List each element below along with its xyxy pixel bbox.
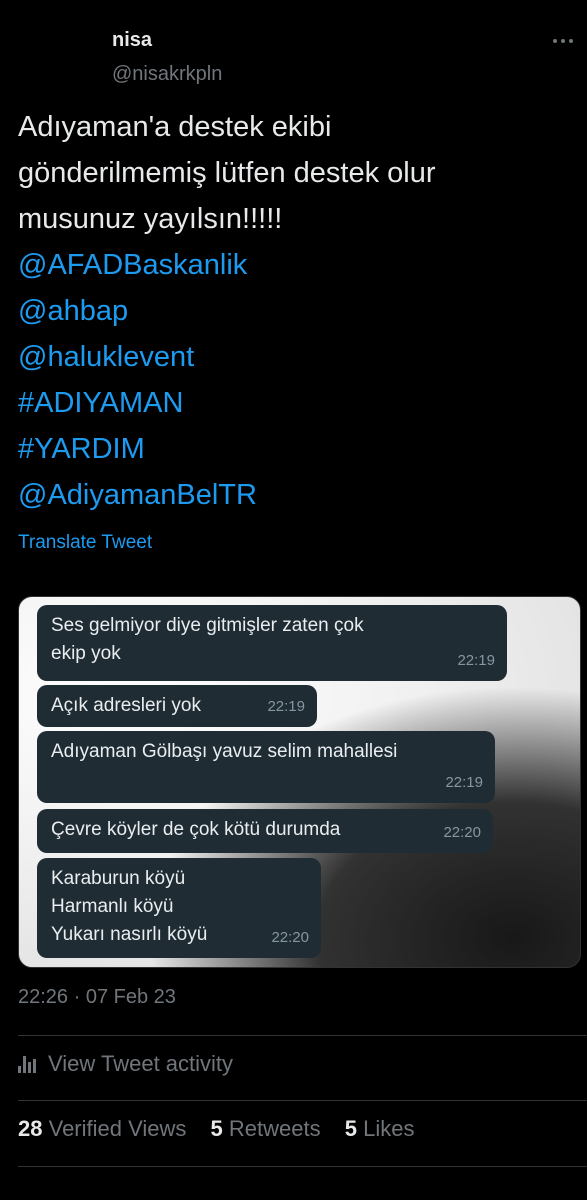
tweet-timestamp[interactable]: 22:26 · 07 Feb 23	[18, 986, 176, 1009]
tweet-text-line: Adıyaman'a destek ekibi	[18, 111, 332, 143]
chat-message-line: Ses gelmiyor diye gitmişler zaten çok	[51, 615, 364, 636]
divider	[18, 1035, 587, 1036]
mention-link[interactable]: @haluklevent	[18, 334, 578, 380]
divider	[18, 1166, 587, 1167]
bar-chart-icon	[18, 1055, 40, 1073]
view-tweet-activity[interactable]: View Tweet activity	[18, 1051, 233, 1077]
activity-label: View Tweet activity	[48, 1051, 234, 1076]
chat-message-line: Açık adresleri yok	[51, 695, 201, 716]
avatar[interactable]	[18, 26, 96, 104]
chat-bubble: Adıyaman Gölbaşı yavuz selim mahallesi 2…	[37, 731, 495, 803]
retweets-stat[interactable]: 5 Retweets	[211, 1116, 321, 1141]
chat-bubble: Ses gelmiyor diye gitmişler zaten çok ek…	[37, 605, 507, 681]
retweets-label: Retweets	[228, 1116, 321, 1141]
chat-message-line: ekip yok	[51, 643, 121, 664]
chat-bubble: Karaburun köyü Harmanlı köyü Yukarı nası…	[37, 858, 321, 958]
chat-message-line: Yukarı nasırlı köyü	[51, 924, 208, 945]
views-label: Verified Views	[48, 1116, 187, 1141]
tweet-text-line: gönderilmemiş lütfen destek olur	[18, 157, 436, 189]
hashtag-link[interactable]: #ADIYAMAN	[18, 380, 578, 426]
tweet-stats: 28 Verified Views 5 Retweets 5 Likes	[18, 1116, 432, 1142]
author-name[interactable]: nisa	[112, 29, 152, 52]
chat-message-line: Adıyaman Gölbaşı yavuz selim mahallesi	[51, 741, 398, 762]
chat-bubble: Çevre köyler de çok kötü durumda 22:20	[37, 809, 493, 853]
chat-time: 22:19	[457, 652, 495, 669]
divider	[18, 1100, 587, 1101]
views-stat[interactable]: 28 Verified Views	[18, 1116, 186, 1141]
more-options-icon[interactable]	[548, 31, 578, 51]
chat-time: 22:19	[267, 698, 305, 715]
tweet-header: nisa @nisakrkpln	[0, 0, 587, 100]
author-handle[interactable]: @nisakrkpln	[112, 63, 222, 86]
chat-message-line: Harmanlı köyü	[51, 896, 174, 917]
tweet-media-image[interactable]: Ses gelmiyor diye gitmişler zaten çok ek…	[18, 596, 581, 968]
translate-tweet-link[interactable]: Translate Tweet	[18, 532, 152, 554]
chat-time: 22:20	[271, 929, 309, 946]
mention-link[interactable]: @AFADBaskanlik	[18, 242, 578, 288]
likes-stat[interactable]: 5 Likes	[345, 1116, 415, 1141]
likes-label: Likes	[363, 1116, 415, 1141]
mention-link[interactable]: @ahbap	[18, 288, 578, 334]
likes-count: 5	[344, 1116, 357, 1141]
mention-link[interactable]: @AdiyamanBelTR	[18, 472, 578, 518]
tweet-text-line: musunuz yayılsın!!!!!	[18, 203, 283, 235]
chat-bubble: Açık adresleri yok 22:19	[37, 685, 317, 727]
views-count: 28	[18, 1116, 43, 1141]
chat-time: 22:19	[445, 774, 483, 791]
retweets-count: 5	[210, 1116, 223, 1141]
chat-message-line: Karaburun köyü	[51, 868, 186, 889]
tweet-text: Adıyaman'a destek ekibi gönderilmemiş lü…	[18, 104, 578, 518]
chat-time: 22:20	[443, 824, 481, 841]
chat-message-line: Çevre köyler de çok kötü durumda	[51, 819, 341, 840]
hashtag-link[interactable]: #YARDIM	[18, 426, 578, 472]
